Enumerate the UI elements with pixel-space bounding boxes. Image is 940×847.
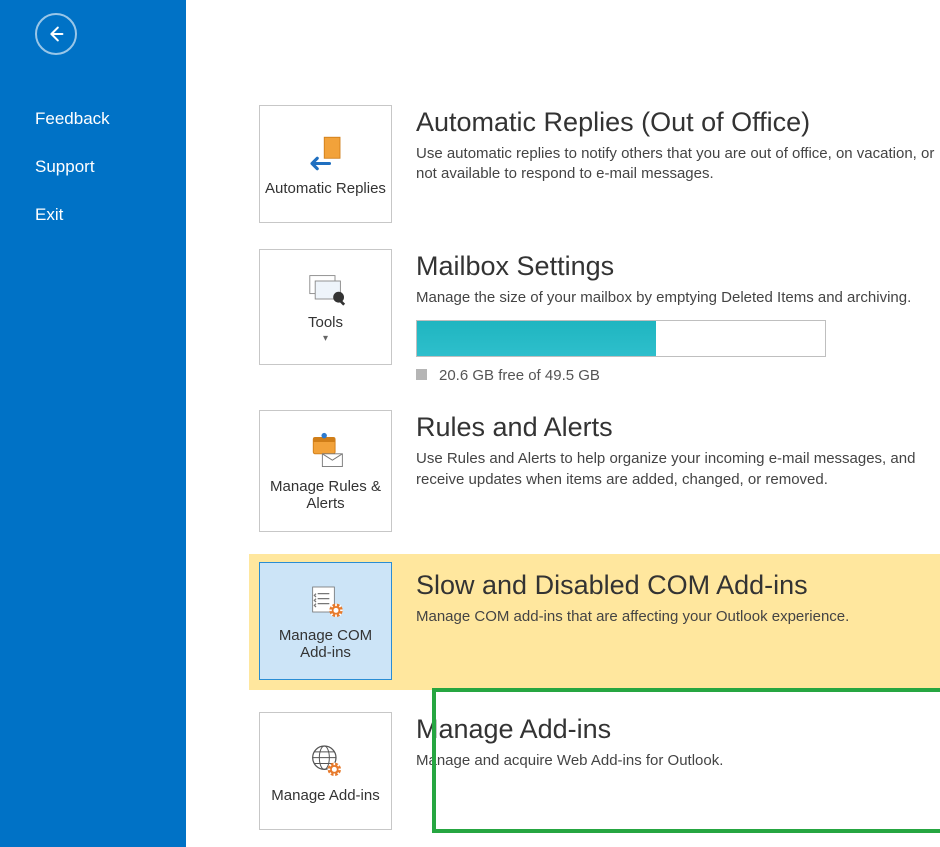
section-mailbox-settings: Tools ▾ Mailbox Settings Manage the size… <box>259 249 940 384</box>
tile-label: Automatic Replies <box>265 180 386 197</box>
tile-label: Manage COM Add-ins <box>264 627 387 662</box>
section-title: Slow and Disabled COM Add-ins <box>416 570 849 601</box>
tile-manage-rules[interactable]: Manage Rules & Alerts <box>259 410 392 532</box>
storage-bar <box>416 320 826 357</box>
back-button[interactable] <box>35 13 77 55</box>
section-automatic-replies: Automatic Replies Automatic Replies (Out… <box>259 105 940 223</box>
com-addins-icon <box>306 583 346 621</box>
automatic-replies-icon <box>305 132 347 174</box>
sidebar-item-feedback[interactable]: Feedback <box>0 95 186 143</box>
storage-fill <box>417 321 656 356</box>
section-title: Rules and Alerts <box>416 412 940 443</box>
section-title: Mailbox Settings <box>416 251 911 282</box>
chevron-down-icon: ▾ <box>323 333 328 344</box>
section-description: Use automatic replies to notify others t… <box>416 144 940 185</box>
rules-icon <box>304 432 348 472</box>
section-title: Manage Add-ins <box>416 714 723 745</box>
storage-text: 20.6 GB free of 49.5 GB <box>416 367 911 384</box>
tile-automatic-replies[interactable]: Automatic Replies <box>259 105 392 223</box>
backstage-sidebar: Feedback Support Exit <box>0 0 186 847</box>
section-rules-alerts: Manage Rules & Alerts Rules and Alerts U… <box>259 410 940 532</box>
section-description: Manage the size of your mailbox by empty… <box>416 288 911 308</box>
section-description: Manage and acquire Web Add-ins for Outlo… <box>416 751 723 771</box>
section-com-addins: Manage COM Add-ins Slow and Disabled COM… <box>249 554 940 690</box>
tile-manage-com-addins[interactable]: Manage COM Add-ins <box>259 562 392 680</box>
addins-icon <box>306 741 346 781</box>
section-description: Use Rules and Alerts to help organize yo… <box>416 449 940 490</box>
tile-label: Manage Add-ins <box>271 787 379 804</box>
tile-label: Tools <box>308 314 343 331</box>
section-description: Manage COM add-ins that are affecting yo… <box>416 607 849 627</box>
tile-manage-addins[interactable]: Manage Add-ins <box>259 712 392 830</box>
sidebar-item-support[interactable]: Support <box>0 143 186 191</box>
sidebar-item-exit[interactable]: Exit <box>0 191 186 239</box>
section-title: Automatic Replies (Out of Office) <box>416 107 940 138</box>
tile-label: Manage Rules & Alerts <box>264 478 387 513</box>
arrow-left-icon <box>45 23 67 45</box>
tile-tools[interactable]: Tools ▾ <box>259 249 392 365</box>
legend-square-icon <box>416 369 427 380</box>
backstage-content: Automatic Replies Automatic Replies (Out… <box>186 0 940 847</box>
section-manage-addins: Manage Add-ins Manage Add-ins Manage and… <box>259 712 940 830</box>
tools-icon <box>304 272 348 308</box>
